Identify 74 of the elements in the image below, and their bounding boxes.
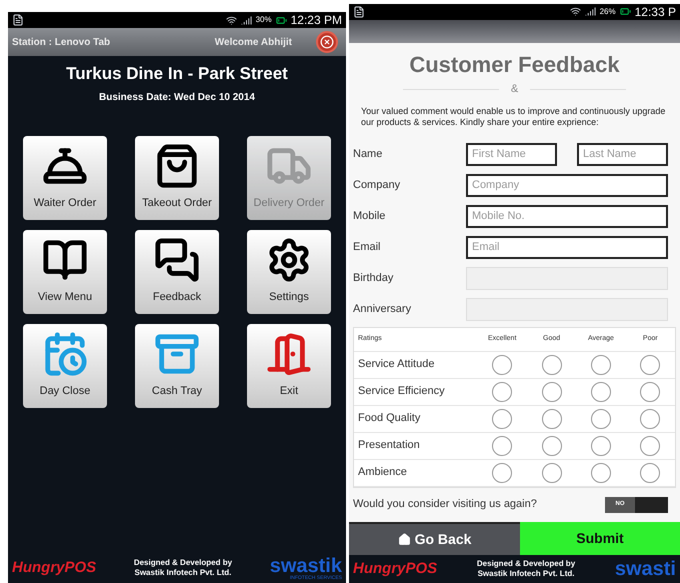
- field-label: Mobile: [353, 208, 386, 224]
- restaurant-title: Turkus Dine In - Park Street: [66, 63, 288, 85]
- radio-button[interactable]: [542, 462, 562, 483]
- rating-label: Service Attitude: [357, 357, 436, 372]
- radio-button[interactable]: [640, 436, 660, 456]
- radio-button[interactable]: [640, 408, 660, 429]
- rating-label: Presentation: [357, 438, 421, 454]
- clock: 12:33 P: [634, 4, 676, 21]
- hungrypos-logo: HungryPOS: [12, 558, 96, 578]
- field-label: Anniversary: [353, 302, 412, 317]
- radio-button[interactable]: [590, 462, 611, 483]
- radio-button[interactable]: [492, 436, 512, 456]
- swastik-logo: swasti: [614, 559, 676, 580]
- field-label: Birthday: [353, 270, 394, 286]
- radio-button[interactable]: [590, 436, 611, 456]
- input-field[interactable]: Email: [466, 236, 668, 259]
- close-icon: [320, 35, 334, 49]
- rating-label: Service Efficiency: [357, 384, 446, 400]
- radio-button[interactable]: [492, 354, 512, 375]
- radio-button[interactable]: [492, 408, 512, 429]
- field-label: Name: [353, 146, 384, 162]
- battery-percent: 30%: [256, 14, 272, 26]
- radio-button[interactable]: [590, 354, 611, 375]
- hungrypos-logo: HungryPOS: [353, 558, 438, 579]
- radio-button[interactable]: [492, 462, 512, 483]
- menu-tile[interactable]: View Menu: [23, 230, 107, 314]
- station-label: Station : Lenovo Tab: [12, 36, 112, 50]
- close-button[interactable]: [316, 31, 338, 53]
- rating-label: Ambience: [357, 465, 408, 480]
- radio-button[interactable]: [542, 436, 562, 456]
- welcome-label: Welcome Abhijit: [214, 36, 292, 50]
- ampersand-mark: &: [510, 82, 518, 98]
- door-icon: [266, 331, 312, 377]
- menu-tile[interactable]: Feedback: [135, 230, 219, 314]
- menu-tile[interactable]: Day Close: [23, 324, 107, 408]
- battery-percent: 26%: [600, 6, 616, 18]
- swastik-logo: swastik: [270, 556, 342, 576]
- radio-button[interactable]: [492, 382, 512, 402]
- menu-tile[interactable]: Takeout Order: [135, 136, 219, 220]
- battery-icon: [620, 6, 631, 18]
- radio-button[interactable]: [590, 408, 611, 429]
- credit-line: Swastik Infotech Pvt. Ltd.: [134, 568, 232, 578]
- radio-button[interactable]: [640, 354, 660, 375]
- wifi-icon: [226, 14, 237, 26]
- credit-line: Swastik Infotech Pvt. Ltd.: [478, 569, 574, 580]
- business-date: Business Date: Wed Dec 10 2014: [98, 90, 255, 104]
- credit-line: Designed & Developed by: [476, 559, 576, 570]
- submit-button[interactable]: Submit: [520, 522, 680, 556]
- clock: 12:23 PM: [290, 12, 342, 29]
- input-field[interactable]: Mobile No.: [466, 204, 668, 228]
- field-label: Email: [353, 240, 382, 255]
- go-back-button[interactable]: Go Back: [349, 522, 520, 556]
- form-title: Customer Feedback: [408, 51, 621, 80]
- revisit-question: Would you consider visiting us again?: [353, 497, 537, 512]
- radio-button[interactable]: [640, 462, 660, 483]
- menu-tile[interactable]: Cash Tray: [135, 324, 219, 408]
- radio-button[interactable]: [542, 354, 562, 375]
- radio-button[interactable]: [590, 382, 611, 402]
- speech-bubbles-icon: [154, 237, 200, 283]
- input-field[interactable]: First Name: [466, 142, 557, 166]
- home-icon: [398, 532, 411, 546]
- input-field[interactable]: Last Name: [577, 142, 668, 166]
- radio-button[interactable]: [542, 382, 562, 402]
- battery-icon: [276, 14, 287, 26]
- field-label: Company: [353, 178, 402, 193]
- menu-tile[interactable]: Settings: [247, 230, 331, 314]
- rating-label: Food Quality: [357, 411, 422, 426]
- radio-button[interactable]: [542, 408, 562, 429]
- menu-tile[interactable]: Waiter Order: [23, 136, 107, 220]
- menu-tile[interactable]: Exit: [247, 324, 331, 408]
- intro-text: Your valued comment would enable us to improve and continuously upgrade our products & services. Kindly share your entire exprience:: [360, 106, 666, 128]
- input-field[interactable]: Company: [466, 174, 668, 197]
- credit-line: Designed & Developed by: [134, 558, 232, 568]
- radio-button[interactable]: [640, 382, 660, 402]
